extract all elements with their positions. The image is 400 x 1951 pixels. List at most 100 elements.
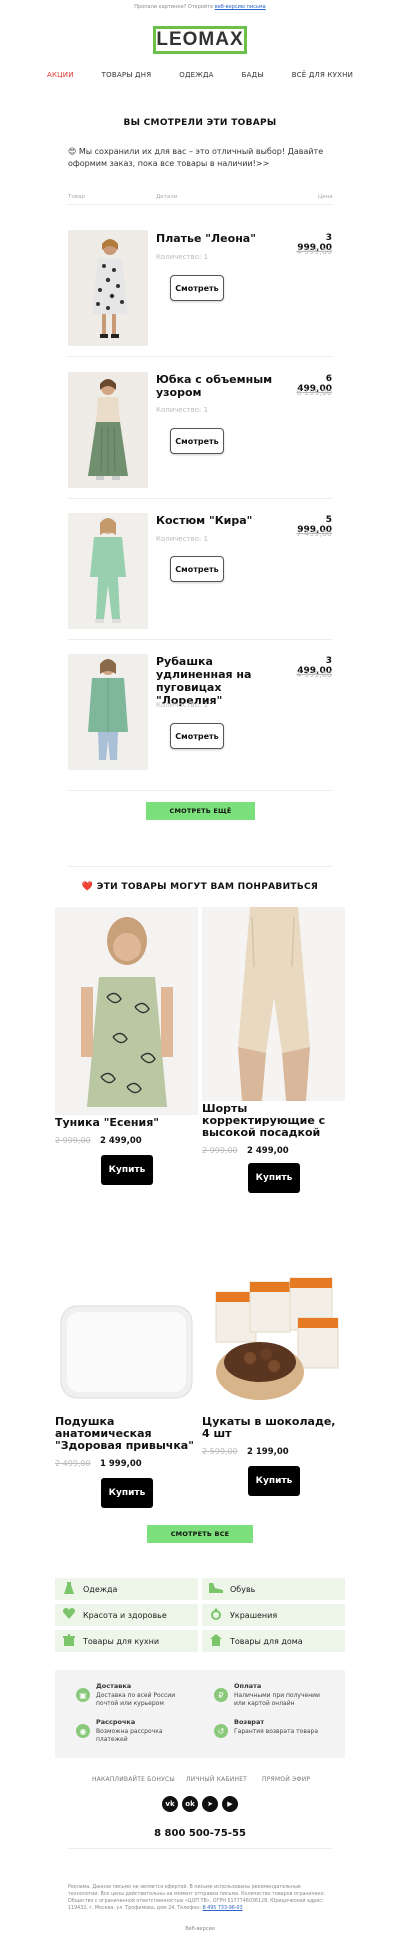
wallet-icon: ◉ (76, 1724, 90, 1738)
divider (68, 790, 332, 791)
service-desc: Возможна рассрочка платежей (96, 1728, 163, 1743)
viewed-item-name[interactable]: Костюм "Кира" (156, 514, 284, 527)
service-title: Рассрочка (96, 1718, 136, 1726)
product-image-pillow[interactable] (55, 1222, 198, 1414)
youtube-icon[interactable]: ▶ (222, 1796, 238, 1812)
web-version-link[interactable]: веб-версию письма (215, 4, 266, 10)
category-kitchen[interactable]: Товары для кухни (55, 1630, 198, 1652)
rec-item-old-price: 2 999,00 (55, 1136, 91, 1145)
ok-icon[interactable]: ok (182, 1796, 198, 1812)
divider (68, 356, 332, 357)
box-icon: ▣ (76, 1688, 90, 1702)
footer-link-bonuses[interactable]: НАКАПЛИВАЙТЕ БОНУСЫ (92, 1776, 175, 1783)
divider (68, 204, 332, 205)
house-icon (208, 1633, 224, 1649)
view-button[interactable]: Смотреть (170, 275, 224, 301)
product-image-candied-fruit[interactable] (202, 1222, 345, 1414)
product-image-dress[interactable] (68, 230, 148, 346)
telegram-icon[interactable]: ➤ (202, 1796, 218, 1812)
nav-item-promo[interactable]: АКЦИИ (47, 71, 74, 79)
viewed-item-qty: Количество: 1 (156, 406, 209, 414)
view-button[interactable]: Смотреть (170, 428, 224, 454)
viewed-item (68, 230, 148, 346)
web-version-footer-link[interactable]: Веб-версия (0, 1926, 400, 1932)
product-image-suit[interactable] (68, 513, 148, 629)
viewed-item-name[interactable]: Юбка с объемным узором (156, 373, 284, 399)
category-home[interactable]: Товары для дома (202, 1630, 345, 1652)
viewed-item-old-price: 4 999,00 (296, 247, 332, 256)
view-button[interactable]: Смотреть (170, 723, 224, 749)
buy-button[interactable]: Купить (248, 1466, 300, 1496)
footer-link-account[interactable]: ЛИЧНЫЙ КАБИНЕТ (186, 1776, 247, 1783)
viewed-item-name[interactable]: Рубашка удлиненная на пуговицах "Лорелия… (156, 655, 284, 707)
product-image-skirt[interactable] (68, 372, 148, 488)
category-beauty[interactable]: Красота и здоровье (55, 1604, 198, 1626)
rec-item-price: 1 999,00 (100, 1459, 142, 1469)
preheader: Пропали картинки? Откройте веб-версию пи… (0, 4, 400, 10)
service-title: Оплата (234, 1682, 262, 1690)
dress-icon (61, 1581, 77, 1597)
viewed-title: ВЫ СМОТРЕЛИ ЭТИ ТОВАРЫ (123, 118, 277, 128)
preheader-text: Пропали картинки? Откройте (134, 4, 215, 10)
product-image-tunic[interactable] (55, 907, 198, 1115)
product-image-shirt[interactable] (68, 654, 148, 770)
viewed-item (68, 513, 148, 629)
rec-item-price: 2 499,00 (100, 1136, 142, 1146)
category-label: Обувь (230, 1584, 256, 1594)
col-header-price: Цена (318, 194, 333, 200)
return-icon: ↺ (214, 1724, 228, 1738)
leomax-logo[interactable]: LEOMAX (153, 26, 247, 54)
col-header-product: Товар (68, 194, 85, 200)
nav-item-kitchen[interactable]: ВСЁ ДЛЯ КУХНИ (292, 71, 353, 79)
legal-phone-link[interactable]: 8 495 733-96-03 (203, 1906, 243, 1911)
rec-item-old-price: 2 499,00 (55, 1459, 91, 1468)
service-desc: Наличными при получении или картой онлай… (234, 1692, 320, 1707)
legal-text: Реклама. Данное письмо не является оферт… (68, 1884, 332, 1912)
service-title: Доставка (96, 1682, 132, 1690)
vk-icon[interactable]: vk (162, 1796, 178, 1812)
buy-button[interactable]: Купить (101, 1478, 153, 1508)
nav-item-deals[interactable]: ТОВАРЫ ДНЯ (102, 71, 152, 79)
category-label: Красота и здоровье (83, 1610, 167, 1620)
viewed-item-name[interactable]: Платье "Леона" (156, 232, 284, 245)
category-label: Товары для дома (230, 1636, 303, 1646)
category-label: Одежда (83, 1584, 118, 1594)
main-nav: АКЦИИ ТОВАРЫ ДНЯ ОДЕЖДА БАДЫ ВСЁ ДЛЯ КУХ… (0, 71, 400, 79)
category-jewelry[interactable]: Украшения (202, 1604, 345, 1626)
viewed-item-qty: Количество: 1 (156, 535, 209, 543)
rec-item-price: 2 199,00 (247, 1447, 289, 1457)
rec-item-name[interactable]: Туника "Есения" (55, 1117, 198, 1129)
nav-item-clothing[interactable]: ОДЕЖДА (179, 71, 213, 79)
divider (68, 1848, 332, 1849)
category-shoes[interactable]: Обувь (202, 1578, 345, 1600)
heart-icon (61, 1608, 77, 1622)
rec-item-price: 2 499,00 (247, 1146, 289, 1156)
rec-item-name[interactable]: Цукаты в шоколаде, 4 шт (202, 1416, 345, 1440)
viewed-item-qty: Количество: 1 (156, 253, 209, 261)
ruble-icon: ₽ (214, 1688, 228, 1702)
phone-number[interactable]: 8 800 500-75-55 (0, 1828, 400, 1839)
footer-link-live[interactable]: ПРЯМОЙ ЭФИР (262, 1776, 310, 1783)
buy-button[interactable]: Купить (101, 1155, 153, 1185)
viewed-item-old-price: 8 199,00 (296, 388, 332, 397)
service-desc: Доставка по всей России почтой или курье… (96, 1692, 176, 1707)
service-desc: Гарантия возврата товара (234, 1728, 319, 1735)
rec-item-name[interactable]: Подушка анатомическая "Здоровая привычка… (55, 1416, 198, 1452)
col-header-details: Детали (156, 194, 178, 200)
ring-icon (208, 1607, 224, 1623)
nav-item-supplements[interactable]: БАДЫ (242, 71, 264, 79)
kitchen-icon (61, 1633, 77, 1649)
viewed-intro: 😍 Мы сохранили их для вас – это отличный… (68, 147, 324, 168)
see-all-button[interactable]: СМОТРЕТЬ ВСЕ (147, 1525, 253, 1543)
legal-body: Реклама. Данное письмо не является оферт… (68, 1885, 326, 1911)
category-clothing[interactable]: Одежда (55, 1578, 198, 1600)
see-more-button[interactable]: СМОТРЕТЬ ЕЩЁ (146, 802, 255, 820)
view-button[interactable]: Смотреть (170, 556, 224, 582)
product-image-shorts[interactable] (202, 907, 345, 1101)
buy-button[interactable]: Купить (248, 1163, 300, 1193)
rec-item-old-price: 2 599,00 (202, 1447, 238, 1456)
viewed-item (68, 654, 148, 770)
divider (68, 498, 332, 499)
divider (68, 639, 332, 640)
rec-item-name[interactable]: Шорты корректирующие с высокой посадкой (202, 1103, 345, 1139)
